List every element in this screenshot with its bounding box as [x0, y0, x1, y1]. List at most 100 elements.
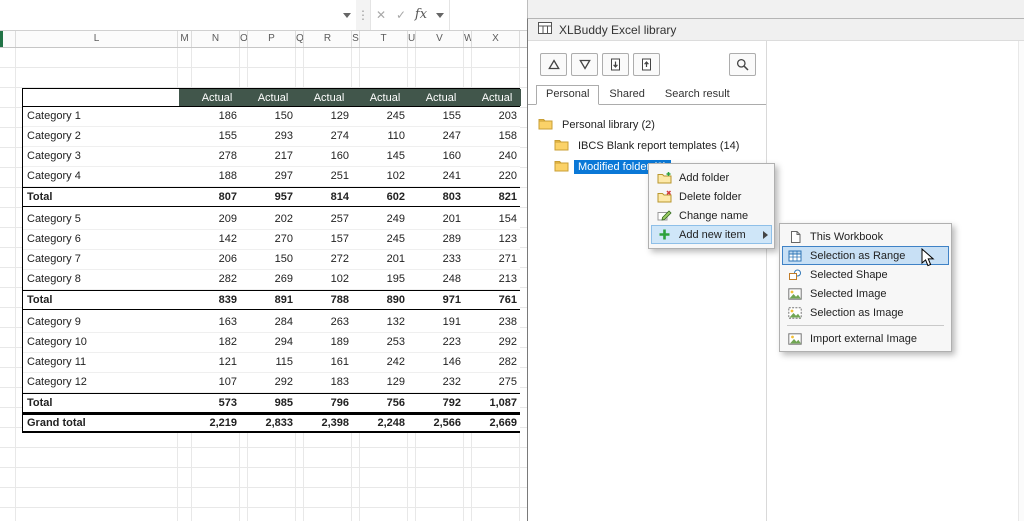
- row-label[interactable]: Category 6: [23, 230, 179, 249]
- cell-value[interactable]: 270: [241, 230, 297, 249]
- cell-value[interactable]: 129: [297, 107, 353, 126]
- table-row-total[interactable]: Total807957814602803821: [23, 187, 520, 207]
- cell-value[interactable]: 217: [241, 147, 297, 166]
- cell-value[interactable]: 2,669: [465, 415, 521, 431]
- cell-value[interactable]: 209: [179, 210, 241, 229]
- cell-value[interactable]: 201: [353, 250, 409, 269]
- cell-value[interactable]: 839: [179, 291, 241, 309]
- tab-search-result[interactable]: Search result: [655, 85, 740, 104]
- cell-value[interactable]: 792: [409, 394, 465, 412]
- table-row-category-10[interactable]: Category 10182294189253223292: [23, 333, 520, 353]
- cell-value[interactable]: 233: [409, 250, 465, 269]
- tree-item[interactable]: IBCS Blank report templates (14): [528, 135, 766, 156]
- cell-value[interactable]: 253: [353, 333, 409, 352]
- table-row-category-7[interactable]: Category 7206150272201233271: [23, 250, 520, 270]
- cell-value[interactable]: 186: [179, 107, 241, 126]
- column-header-L[interactable]: L: [16, 31, 178, 47]
- cell-value[interactable]: 814: [297, 188, 353, 206]
- cell-value[interactable]: 803: [409, 188, 465, 206]
- tree-item[interactable]: Personal library (2): [528, 114, 766, 135]
- cell-value[interactable]: 248: [409, 270, 465, 289]
- cell-value[interactable]: 602: [353, 188, 409, 206]
- cell-value[interactable]: 102: [297, 270, 353, 289]
- cell-value[interactable]: 292: [241, 373, 297, 392]
- row-label[interactable]: Category 2: [23, 127, 179, 146]
- enter-icon[interactable]: ✓: [391, 0, 411, 30]
- row-label[interactable]: Category 4: [23, 167, 179, 186]
- cell-value[interactable]: 245: [353, 230, 409, 249]
- cell-value[interactable]: 155: [179, 127, 241, 146]
- cell-value[interactable]: 123: [465, 230, 521, 249]
- cell-value[interactable]: 223: [409, 333, 465, 352]
- sheet-grid[interactable]: ActualActualActualActualActualActualCate…: [0, 48, 527, 521]
- column-header-V[interactable]: V: [416, 31, 464, 47]
- search-button[interactable]: [729, 53, 756, 76]
- cell-value[interactable]: 251: [297, 167, 353, 186]
- column-header-O[interactable]: O: [240, 31, 248, 47]
- cell-value[interactable]: 201: [409, 210, 465, 229]
- cell-value[interactable]: 182: [179, 333, 241, 352]
- row-label[interactable]: Category 11: [23, 353, 179, 372]
- cell-value[interactable]: 271: [465, 250, 521, 269]
- cell-value[interactable]: 206: [179, 250, 241, 269]
- cell-value[interactable]: 796: [297, 394, 353, 412]
- table-row-category-6[interactable]: Category 6142270157245289123: [23, 230, 520, 250]
- table-row-category-4[interactable]: Category 4188297251102241220: [23, 167, 520, 187]
- cell-value[interactable]: 150: [241, 250, 297, 269]
- table-row-total[interactable]: Total5739857967567921,087: [23, 393, 520, 413]
- cell-value[interactable]: 2,219: [179, 415, 241, 431]
- cell-value[interactable]: 242: [353, 353, 409, 372]
- row-label[interactable]: Category 8: [23, 270, 179, 289]
- cell-value[interactable]: 160: [297, 147, 353, 166]
- cell-value[interactable]: 257: [297, 210, 353, 229]
- tab-shared[interactable]: Shared: [599, 85, 654, 104]
- cell-value[interactable]: 891: [241, 291, 297, 309]
- column-header-T[interactable]: T: [360, 31, 408, 47]
- cell-value[interactable]: 191: [409, 313, 465, 332]
- tab-personal[interactable]: Personal: [536, 85, 599, 105]
- cell-value[interactable]: 146: [409, 353, 465, 372]
- table-row-category-3[interactable]: Category 3278217160145160240: [23, 147, 520, 167]
- cell-value[interactable]: 269: [241, 270, 297, 289]
- row-label[interactable]: Category 7: [23, 250, 179, 269]
- column-header-X[interactable]: X: [472, 31, 520, 47]
- move-up-button[interactable]: [540, 53, 567, 76]
- menu-item-delete-folder[interactable]: Delete folder: [651, 187, 772, 206]
- column-header-R[interactable]: R: [304, 31, 352, 47]
- cell-value[interactable]: 1,087: [465, 394, 521, 412]
- menu-item-change-name[interactable]: Change name: [651, 206, 772, 225]
- table-row-category-11[interactable]: Category 11121115161242146282: [23, 353, 520, 373]
- cell-value[interactable]: 2,248: [353, 415, 409, 431]
- column-header-P[interactable]: P: [248, 31, 296, 47]
- row-label[interactable]: Category 3: [23, 147, 179, 166]
- cell-value[interactable]: 220: [465, 167, 521, 186]
- cancel-icon[interactable]: ✕: [371, 0, 391, 30]
- cell-value[interactable]: 157: [297, 230, 353, 249]
- row-label[interactable]: Category 5: [23, 210, 179, 229]
- cell-value[interactable]: 294: [241, 333, 297, 352]
- column-header-Q[interactable]: Q: [296, 31, 304, 47]
- cell-value[interactable]: 263: [297, 313, 353, 332]
- row-label[interactable]: Total: [23, 394, 179, 412]
- row-label[interactable]: Category 9: [23, 313, 179, 332]
- formula-input[interactable]: [449, 0, 527, 30]
- insert-function-icon[interactable]: fx: [411, 0, 431, 30]
- column-header-W[interactable]: W: [464, 31, 472, 47]
- cell-value[interactable]: 2,566: [409, 415, 465, 431]
- row-label[interactable]: Grand total: [23, 415, 179, 431]
- column-header-N[interactable]: N: [192, 31, 240, 47]
- menu-item-selected-image[interactable]: Selected Image: [782, 284, 949, 303]
- table-row-category-9[interactable]: Category 9163284263132191238: [23, 313, 520, 333]
- cell-value[interactable]: 107: [179, 373, 241, 392]
- export-item-button[interactable]: [602, 53, 629, 76]
- cell-value[interactable]: 2,398: [297, 415, 353, 431]
- cell-value[interactable]: 110: [353, 127, 409, 146]
- cell-value[interactable]: 573: [179, 394, 241, 412]
- column-header-S[interactable]: S: [352, 31, 360, 47]
- cell-value[interactable]: 240: [465, 147, 521, 166]
- cell-value[interactable]: 821: [465, 188, 521, 206]
- row-label[interactable]: Category 10: [23, 333, 179, 352]
- cell-value[interactable]: 161: [297, 353, 353, 372]
- cell-value[interactable]: 129: [353, 373, 409, 392]
- cell-value[interactable]: 274: [297, 127, 353, 146]
